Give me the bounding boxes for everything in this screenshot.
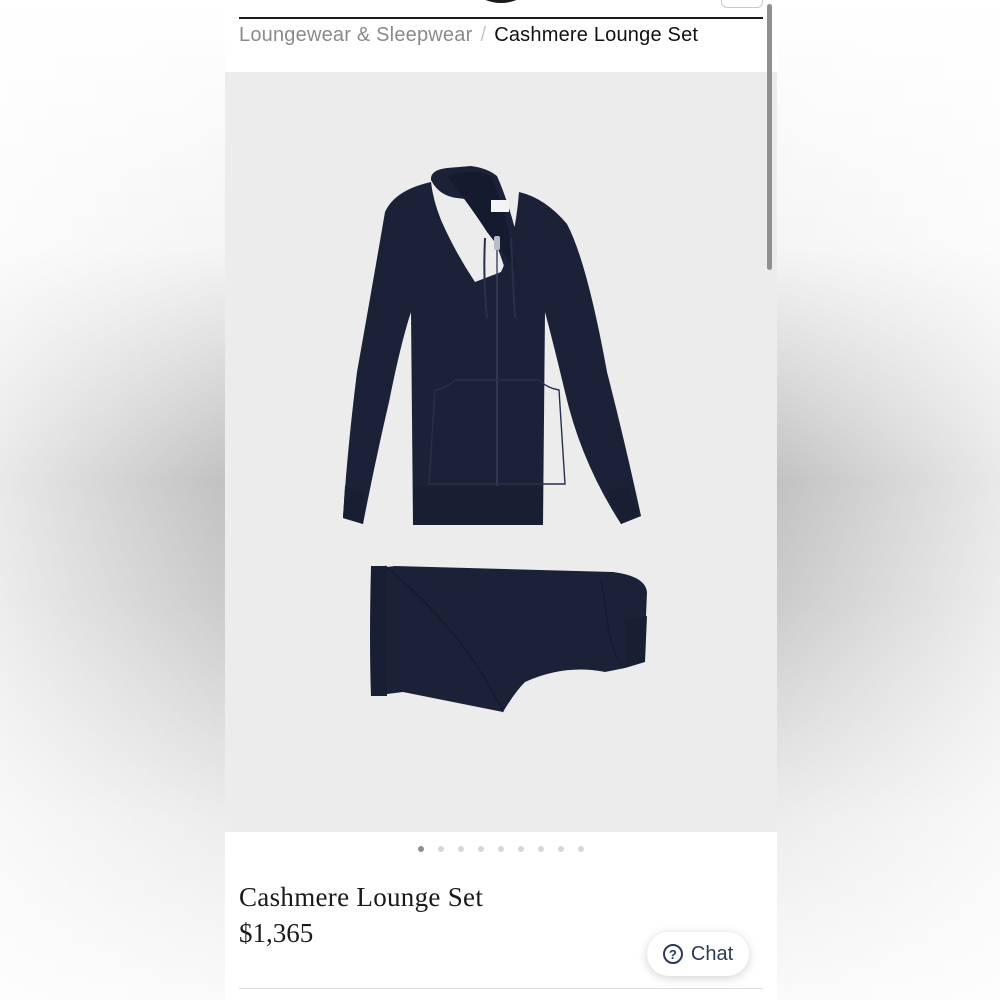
gallery-dot-8[interactable] [558, 846, 564, 852]
brand-logo[interactable] [475, 0, 527, 6]
gallery-dot-2[interactable] [438, 846, 444, 852]
mobile-viewport: Loungewear & Sleepwear / Cashmere Lounge S… [225, 0, 777, 1000]
product-image-gallery[interactable] [225, 72, 777, 832]
gallery-dot-6[interactable] [518, 846, 524, 852]
chat-button[interactable]: ? Chat [647, 932, 749, 976]
trousers-graphic [370, 565, 647, 713]
chat-label: Chat [690, 942, 734, 965]
header-divider [239, 17, 763, 19]
gallery-dot-5[interactable] [498, 846, 504, 852]
breadcrumb-link-loungewear[interactable]: Loungewear & Sleepwear [239, 24, 472, 46]
breadcrumb-separator: / [480, 24, 487, 46]
section-divider [239, 988, 763, 989]
gallery-pagination [225, 846, 777, 852]
gallery-dot-9[interactable] [578, 846, 584, 852]
scrollbar[interactable] [767, 4, 772, 270]
gallery-dot-3[interactable] [458, 846, 464, 852]
breadcrumb: Loungewear & Sleepwear / Cashmere Lounge S… [239, 24, 698, 47]
hoodie-graphic [343, 166, 641, 525]
product-price: $1,365 [239, 918, 314, 948]
gallery-dot-7[interactable] [538, 846, 544, 852]
question-circle-icon: ? [662, 944, 683, 964]
product-title: Cashmere Lounge Set [239, 882, 484, 912]
gallery-dot-4[interactable] [478, 846, 484, 852]
product-image [343, 166, 647, 713]
gallery-dot-1[interactable] [418, 846, 424, 852]
breadcrumb-current: Cashmere Lounge Set [494, 24, 699, 46]
header-menu-button[interactable] [721, 0, 763, 8]
